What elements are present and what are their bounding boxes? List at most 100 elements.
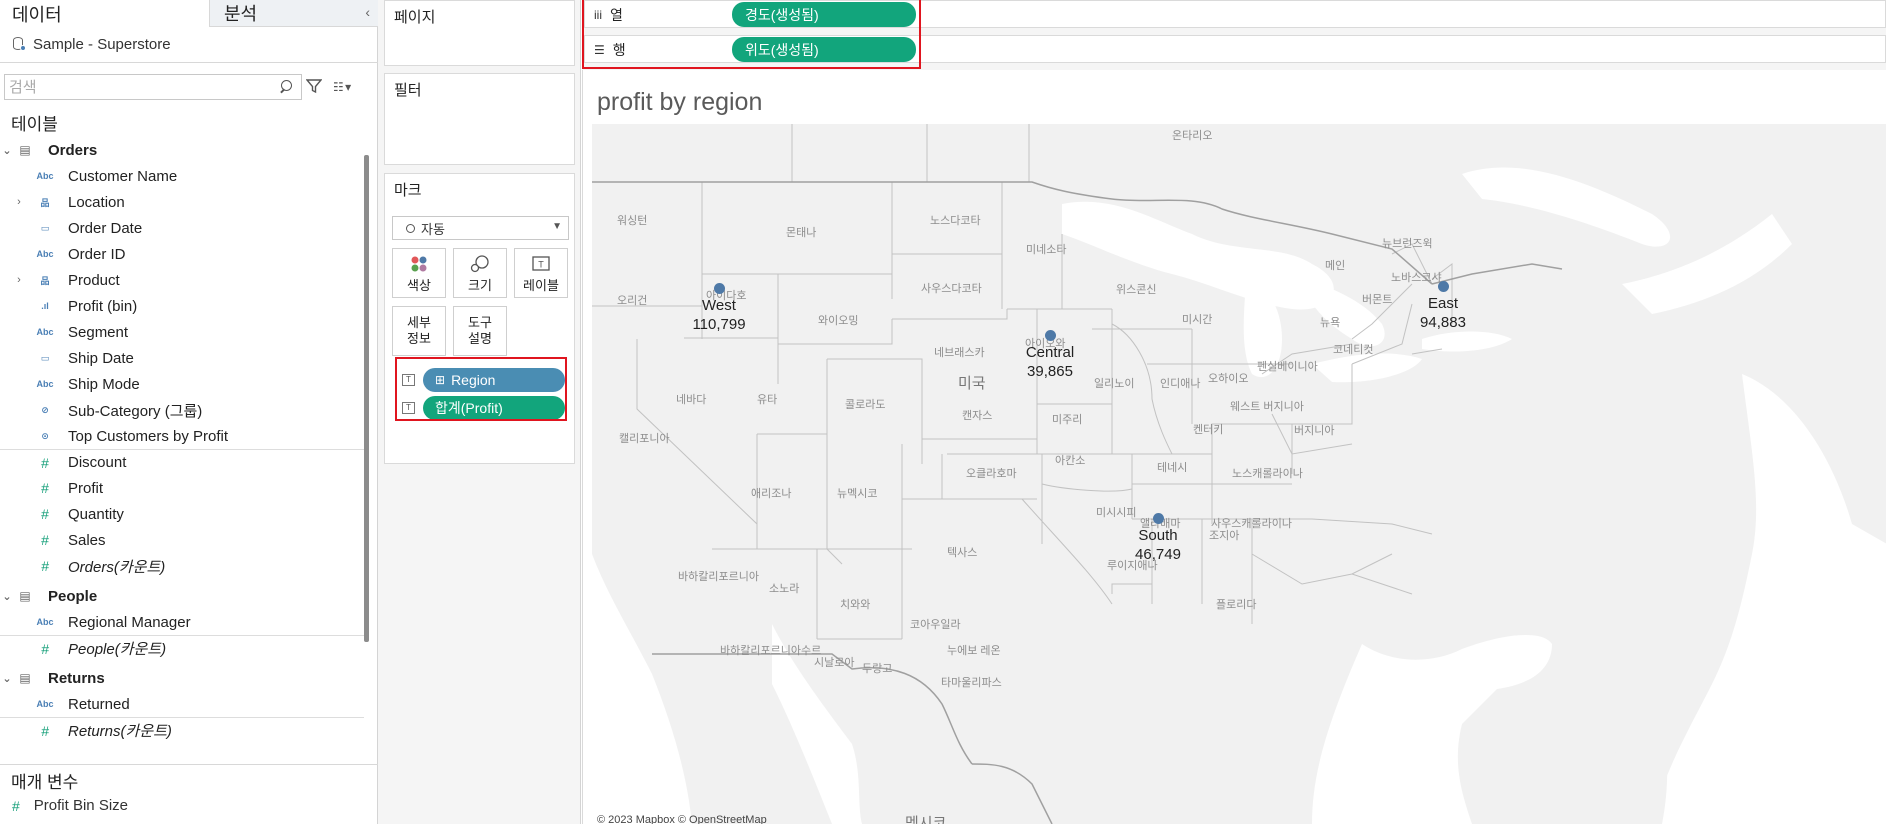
field-item[interactable]: Abc Returned xyxy=(0,691,364,717)
field-item[interactable]: # Orders(카운트) xyxy=(0,553,364,579)
place-label: 오하이오 xyxy=(1208,373,1249,385)
place-label: 일리노이 xyxy=(1094,378,1135,390)
table-orders[interactable]: ⌄ ▤ Orders xyxy=(0,137,364,163)
country-label-mexico: 멕시코 xyxy=(905,815,947,824)
parameter-item[interactable]: # Profit Bin Size xyxy=(12,797,128,814)
place-label: 뉴브런즈윅 xyxy=(1382,238,1433,250)
detail-label-2: 정보 xyxy=(407,331,431,346)
tab-data[interactable]: 데이터 xyxy=(0,0,209,27)
field-item[interactable]: ⊘ Sub-Category (그룹) xyxy=(0,397,364,423)
place-label: 조지아 xyxy=(1209,530,1240,542)
expand-toggle-icon[interactable]: ⌄ xyxy=(0,144,14,157)
field-item[interactable]: › 品 Location xyxy=(0,189,364,215)
region-mark-west[interactable] xyxy=(714,283,725,294)
marks-card: 마크 자동 ▼ 색상 크기 T 레이블 세부 정보 도구 설명 T ⊞ Regi… xyxy=(384,173,575,464)
region-mark-central[interactable] xyxy=(1045,330,1056,341)
field-item[interactable]: # Sales xyxy=(0,527,364,553)
pages-shelf[interactable]: 페이지 xyxy=(384,0,575,66)
place-label: 유타 xyxy=(757,394,778,406)
text-label-icon: T xyxy=(531,253,551,275)
collapse-pane-icon[interactable]: ‹ xyxy=(365,4,370,20)
divider xyxy=(0,62,378,63)
datasource-item[interactable]: Sample - Superstore xyxy=(12,33,171,55)
pane-tabs: 데이터 분석 ‹ xyxy=(0,0,378,27)
field-item[interactable]: ⊙ Top Customers by Profit xyxy=(0,423,364,449)
field-label: Discount xyxy=(68,454,127,471)
map-attribution[interactable]: © 2023 Mapbox © OpenStreetMap xyxy=(597,814,767,824)
measure-icon: # xyxy=(41,558,49,574)
tab-analysis-label: 분석 xyxy=(224,4,258,24)
field-label: Ship Date xyxy=(68,349,134,367)
region-mark-south[interactable] xyxy=(1153,513,1164,524)
size-button[interactable]: 크기 xyxy=(453,248,507,298)
tableau-workspace: 데이터 분석 ‹ Sample - Superstore ☷ ▾ 테이블 ⌄ ▤ O… xyxy=(0,0,1886,824)
field-item[interactable]: # Returns(카운트) xyxy=(0,717,364,743)
field-item[interactable]: # Profit xyxy=(0,475,364,501)
place-label: 플로리다 xyxy=(1216,599,1257,611)
tab-data-label: 데이터 xyxy=(12,4,62,25)
expand-toggle-icon[interactable]: › xyxy=(12,196,26,208)
field-item[interactable]: Abc Customer Name xyxy=(0,163,364,189)
label-button[interactable]: T 레이블 xyxy=(514,248,568,298)
chevron-down-icon: ▼ xyxy=(552,221,562,232)
field-item[interactable]: Abc Order ID xyxy=(0,241,364,267)
data-pane: 데이터 분석 ‹ Sample - Superstore ☷ ▾ 테이블 ⌄ ▤ O… xyxy=(0,0,378,824)
search-input[interactable] xyxy=(9,78,279,96)
field-label: Returned xyxy=(68,695,130,713)
shelves-column: 페이지 필터 마크 자동 ▼ 색상 크기 T 레이블 세부 정보 도구 설명 T… xyxy=(378,0,581,824)
measure-icon: # xyxy=(41,532,49,548)
field-item[interactable]: # Discount xyxy=(0,449,364,475)
field-label: Quantity xyxy=(68,505,124,523)
color-button[interactable]: 색상 xyxy=(392,248,446,298)
place-label: 노스다코타 xyxy=(930,215,981,227)
field-item[interactable]: › 品 Product xyxy=(0,267,364,293)
field-label: Segment xyxy=(68,323,129,341)
field-label: People xyxy=(48,587,98,605)
tab-analysis[interactable]: 분석 ‹ xyxy=(209,0,378,27)
field-tree-scrollbar[interactable] xyxy=(364,155,369,642)
list-view-icon[interactable]: ☷ ▾ xyxy=(333,80,351,94)
measure-icon: # xyxy=(12,797,20,814)
expand-toggle-icon[interactable]: › xyxy=(12,274,26,286)
field-label: Returns(카운트) xyxy=(68,723,172,740)
field-label: Regional Manager xyxy=(68,613,191,631)
place-label: 미시시피 xyxy=(1096,507,1137,519)
mark-type-dropdown[interactable]: 자동 ▼ xyxy=(392,216,569,240)
field-item[interactable]: # Quantity xyxy=(0,501,364,527)
field-item[interactable]: Abc Segment xyxy=(0,319,364,345)
field-label: People(카운트) xyxy=(68,641,167,658)
map-canvas[interactable]: 온타리오 워싱턴 몬태나 노스다코타 미네소타 오리건 아이다호 와이오밍 사우스다코타 위스콘신… xyxy=(592,124,1886,824)
viz-title: profit by region xyxy=(597,88,763,116)
place-label: 인디애나 xyxy=(1160,378,1201,390)
place-label: 미주리 xyxy=(1052,414,1083,426)
place-label: 캘리포니아 xyxy=(619,433,670,445)
field-item[interactable]: ▭ Ship Date xyxy=(0,345,364,371)
field-item[interactable]: # People(카운트) xyxy=(0,635,364,661)
field-label: Order ID xyxy=(68,245,126,263)
country-label-usa: 미국 xyxy=(958,375,986,392)
dimension-icon: ⊙ xyxy=(41,430,49,441)
place-label: 노바스코샤 xyxy=(1391,272,1442,284)
expand-toggle-icon[interactable]: ⌄ xyxy=(0,672,14,685)
place-label: 네브래스카 xyxy=(934,347,985,359)
search-icon[interactable] xyxy=(279,79,295,95)
place-label: 애리조나 xyxy=(751,488,792,500)
viz-area: profit by region 온타리오 워싱턴 몬태나 노스다코타 미네소타… xyxy=(582,70,1886,824)
table-icon: ▤ xyxy=(19,671,31,685)
color-label: 색상 xyxy=(407,277,431,293)
table-returns[interactable]: ⌄ ▤ Returns xyxy=(0,665,364,691)
filter-icon[interactable] xyxy=(306,78,322,94)
field-item[interactable]: .ıl Profit (bin) xyxy=(0,293,364,319)
field-item[interactable]: Abc Ship Mode xyxy=(0,371,364,397)
field-item[interactable]: ▭ Order Date xyxy=(0,215,364,241)
dimension-icon: Abc xyxy=(36,379,54,389)
tooltip-button[interactable]: 도구 설명 xyxy=(453,306,507,356)
filters-shelf[interactable]: 필터 xyxy=(384,73,575,165)
detail-button[interactable]: 세부 정보 xyxy=(392,306,446,356)
field-item[interactable]: Abc Regional Manager xyxy=(0,609,364,635)
table-people[interactable]: ⌄ ▤ People xyxy=(0,583,364,609)
field-label: Top Customers by Profit xyxy=(68,427,229,445)
field-label: Location xyxy=(68,193,125,211)
expand-toggle-icon[interactable]: ⌄ xyxy=(0,590,14,603)
region-mark-east[interactable] xyxy=(1438,281,1449,292)
